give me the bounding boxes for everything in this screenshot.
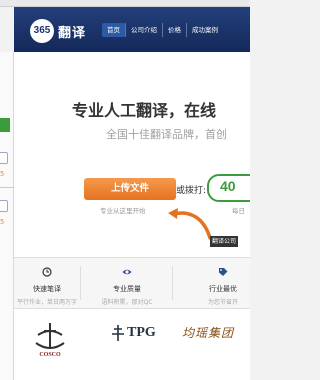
- logo-number[interactable]: 365: [30, 19, 54, 43]
- left-panel-box-2[interactable]: [0, 200, 8, 212]
- partner-logos: COSCO TPG 均瑶集团: [14, 309, 250, 380]
- hero-subtitle: 全国十佳翻译品牌，首创: [106, 128, 227, 141]
- left-panel-divider: [0, 187, 14, 188]
- company-badge: 翻译公司: [210, 236, 239, 247]
- logo-text[interactable]: 翻译: [58, 22, 86, 41]
- nav-item-home[interactable]: 首页: [102, 23, 125, 37]
- curved-arrow-icon: [168, 208, 212, 240]
- main-nav: 首页 公司介绍 价格 成功案例: [102, 23, 223, 37]
- feature-divider: [172, 266, 173, 300]
- feature-price-title: 行业最优: [209, 285, 237, 293]
- partner-tpg[interactable]: TPG: [112, 325, 156, 341]
- site-header: 365 翻译 首页 公司介绍 价格 成功案例: [14, 7, 250, 52]
- tpg-mark-icon: [112, 325, 124, 341]
- upload-hint: 专业从这里开始: [100, 207, 146, 215]
- cosco-logo-icon: [35, 323, 65, 349]
- browser-strip: [0, 0, 250, 7]
- nav-item-pricing[interactable]: 价格: [162, 23, 186, 37]
- left-panel-number-1: 5: [0, 170, 5, 178]
- feature-divider: [80, 266, 81, 300]
- phone-subtext: 每日: [232, 207, 245, 215]
- feature-price-subtitle: 为您节省开: [207, 299, 238, 306]
- eye-icon: [122, 269, 132, 275]
- feature-quality-title: 专业质量: [113, 285, 141, 293]
- tpg-label: TPG: [127, 325, 156, 340]
- dial-label: 或拨打:: [176, 186, 207, 196]
- feature-fast-title: 快速笔译: [33, 285, 61, 293]
- phone-number: 40: [220, 178, 236, 194]
- left-panel-green-tab[interactable]: [0, 118, 10, 132]
- hero-section: 专业人工翻译，在线 全国十佳翻译品牌，首创 上传文件 专业从这里开始 或拨打: …: [14, 52, 250, 257]
- nav-item-cases[interactable]: 成功案例: [186, 23, 223, 37]
- feature-fast: 快速笔译 平行作业，单日两万字: [16, 265, 78, 306]
- left-side-panel: 5 5: [0, 52, 14, 380]
- feature-fast-subtitle: 平行作业，单日两万字: [16, 299, 77, 306]
- clock-icon: [42, 267, 52, 277]
- partner-cosco[interactable]: COSCO: [30, 321, 70, 363]
- upload-file-button[interactable]: 上传文件: [84, 178, 176, 200]
- tag-icon: [219, 268, 228, 276]
- left-panel-number-2: 5: [0, 218, 5, 226]
- partner-calligraphy[interactable]: 均瑶集团: [182, 324, 234, 341]
- feature-quality-subtitle: 语料积累，那对QC: [101, 299, 153, 306]
- hero-title: 专业人工翻译，在线: [72, 101, 217, 120]
- features-bar: 快速笔译 平行作业，单日两万字 专业质量 语料积累，那对QC 行业最优 为您节省…: [14, 257, 250, 309]
- feature-quality: 专业质量 语料积累，那对QC: [88, 265, 166, 306]
- nav-item-about[interactable]: 公司介绍: [125, 23, 162, 37]
- left-panel-box-1[interactable]: [0, 152, 8, 164]
- cosco-label: COSCO: [39, 352, 61, 358]
- feature-price: 行业最优 为您节省开: [190, 265, 256, 306]
